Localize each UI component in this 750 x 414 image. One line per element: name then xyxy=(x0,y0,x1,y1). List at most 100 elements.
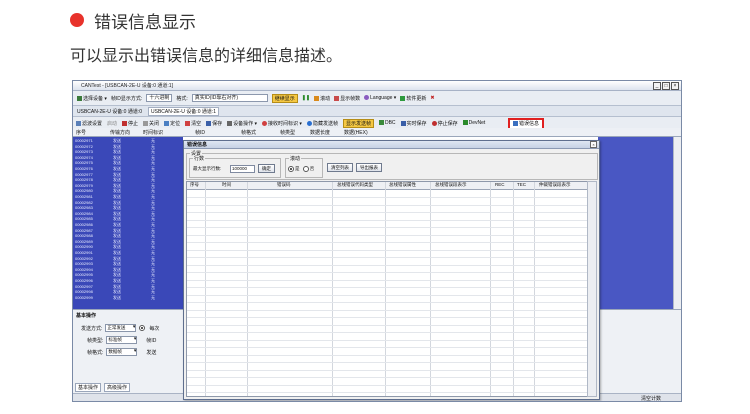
save-icon xyxy=(206,120,212,126)
exit-icon[interactable]: ✖ xyxy=(430,95,434,101)
grid-line xyxy=(430,182,431,396)
err-col-index: 序号 xyxy=(190,182,199,187)
data-grid-selection xyxy=(598,137,673,309)
tab-advanced-ops[interactable]: 高级操作 xyxy=(104,383,131,392)
frame-id-format-select[interactable]: 十六进制 xyxy=(146,94,173,102)
export-report-button[interactable]: 导出报表 xyxy=(356,163,382,172)
row-index: 00002977 xyxy=(75,171,93,177)
filter-button[interactable]: 滤波设置 xyxy=(76,120,102,127)
row-index: 00002988 xyxy=(75,233,93,239)
hide-icon xyxy=(306,120,312,126)
send-label: 发送 xyxy=(146,349,157,356)
row-index: 00002974 xyxy=(75,154,93,160)
clear-button[interactable]: 清空 xyxy=(185,120,201,127)
dbc-button[interactable]: DBC xyxy=(378,120,396,126)
start-button[interactable]: 启动 xyxy=(107,120,117,127)
pause-icon[interactable]: ❚❚ xyxy=(302,95,310,101)
error-table-scrollbar[interactable] xyxy=(587,181,597,397)
filter-icon xyxy=(76,120,81,126)
col-frame-format: 帧格式 xyxy=(241,130,257,136)
data-grid-scrollbar[interactable] xyxy=(673,137,681,309)
maximize-button[interactable]: □ xyxy=(662,82,670,90)
row-index: 00002979 xyxy=(75,182,93,188)
display-frames-button[interactable]: 显示帧数 xyxy=(334,95,360,102)
show-send-button[interactable]: 显示发送帧 xyxy=(342,118,374,128)
scroll-yes-radio[interactable] xyxy=(288,166,294,172)
dialog-close-icon[interactable]: × xyxy=(590,141,597,148)
stop-save-button[interactable]: 停止保存 xyxy=(431,120,458,127)
devnet-icon xyxy=(462,120,468,126)
hide-send-button[interactable]: 隐藏发送帧 xyxy=(306,120,338,127)
receive-time-button[interactable]: 接收时间标识 ▾ xyxy=(262,120,302,127)
row-time: 无 xyxy=(151,294,155,300)
data-table-header: 序号 传输方向 时间标识 帧ID 帧格式 帧类型 数据长度 数据(HEX) xyxy=(73,128,681,137)
tab-channel-0[interactable]: USBCAN-2E-U 设备:0 通道:0 xyxy=(77,108,142,115)
err-col-code: 错误码 xyxy=(277,182,291,187)
continue-display-button[interactable]: 继续显示 xyxy=(271,93,298,103)
table-row-line xyxy=(187,272,587,273)
window-titlebar: CANTest - [USBCAN-2E-U 设备:0 通道:1] _ □ × xyxy=(73,81,681,91)
row-index: 00002971 xyxy=(75,138,93,143)
max-rows-input[interactable]: 100000 xyxy=(230,165,255,173)
language-menu[interactable]: Language ▾ xyxy=(364,95,396,101)
row-index: 00002992 xyxy=(75,255,93,261)
table-row-line xyxy=(187,257,587,258)
minimize-button[interactable]: _ xyxy=(653,82,661,90)
row-index: 00002998 xyxy=(75,289,93,295)
mode-label: 格式: xyxy=(176,95,188,102)
table-row-line xyxy=(187,302,587,303)
table-row-line xyxy=(187,287,587,288)
software-update-button[interactable]: 软件更新 xyxy=(400,95,426,102)
stop-button[interactable]: 停止 xyxy=(122,120,138,127)
basic-ops-title: 基本操作 xyxy=(76,313,97,319)
close-icon xyxy=(143,120,149,126)
scroll-no-label: 否 xyxy=(309,166,315,172)
grid-line xyxy=(385,182,386,396)
table-row-line xyxy=(187,234,587,236)
close-window-button[interactable]: × xyxy=(671,82,679,90)
locate-button[interactable]: 定位 xyxy=(164,120,180,127)
frame-format-label: 帧格式: xyxy=(87,349,104,356)
scroll-yes-label: 是 xyxy=(295,166,300,172)
bullet-dot-icon xyxy=(70,13,84,27)
row-index: 00002990 xyxy=(75,244,93,250)
row-index: 00002986 xyxy=(75,222,93,227)
save-button[interactable]: 保存 xyxy=(206,120,222,127)
per-send-label: 每次 xyxy=(149,325,160,332)
per-send-radio[interactable] xyxy=(139,325,146,331)
mode-select[interactable]: 真实ID(ID靠右对齐) xyxy=(191,94,268,102)
clear-list-button[interactable]: 清空列表 xyxy=(327,163,353,172)
data-grid-rows: 00002971 发送无 00002972 发送无 00002973 发送无 0000297… xyxy=(73,137,183,309)
devnet-button[interactable]: DevNet xyxy=(462,120,485,126)
stop-icon xyxy=(122,120,128,126)
realtime-save-button[interactable]: 实时保存 xyxy=(400,120,427,127)
scroll-icon xyxy=(314,95,320,101)
main-toolbar: 选择设备 ▾ 帧ID显示方式: 十六进制 格式: 真实ID(ID靠右对齐) 继续… xyxy=(73,91,681,106)
cantest-window: CANTest - [USBCAN-2E-U 设备:0 通道:1] _ □ × … xyxy=(72,80,682,402)
clear-count-button[interactable]: 清空计数 xyxy=(641,395,661,401)
frame-type-select[interactable]: 标准帧 xyxy=(106,336,138,344)
table-row-line xyxy=(187,377,587,378)
table-row-line xyxy=(187,324,587,326)
scroll-button[interactable]: 滚动 xyxy=(314,95,330,102)
frame-type-row: 帧类型: 标准帧 帧ID xyxy=(87,336,156,344)
row-index: 00002987 xyxy=(75,227,93,233)
close-button[interactable]: 关闭 xyxy=(143,120,159,127)
grid-line xyxy=(534,182,535,396)
table-row-line xyxy=(187,219,587,221)
update-icon xyxy=(400,95,406,101)
ok-button[interactable]: 确定 xyxy=(258,164,275,173)
send-mode-select[interactable]: 正常发送 xyxy=(105,324,137,332)
table-row-line xyxy=(187,212,587,213)
row-index: 00002980 xyxy=(75,188,93,194)
tab-basic-ops[interactable]: 基本操作 xyxy=(75,383,102,392)
frame-format-select[interactable]: 数据帧 xyxy=(106,348,138,356)
row-index: 00002985 xyxy=(75,216,93,222)
ops-tabs: 基本操作 高级操作 xyxy=(75,383,131,392)
select-device-button[interactable]: 选择设备 ▾ xyxy=(77,95,107,102)
tab-channel-1[interactable]: USBCAN-2E-U 设备:0 通道:1 xyxy=(148,106,220,116)
max-rows-label: 最大显示行数: xyxy=(193,166,222,171)
scroll-no-radio[interactable] xyxy=(302,166,309,172)
device-ops-button[interactable]: 设备操作 ▾ xyxy=(227,120,257,127)
table-row-line xyxy=(187,339,587,341)
